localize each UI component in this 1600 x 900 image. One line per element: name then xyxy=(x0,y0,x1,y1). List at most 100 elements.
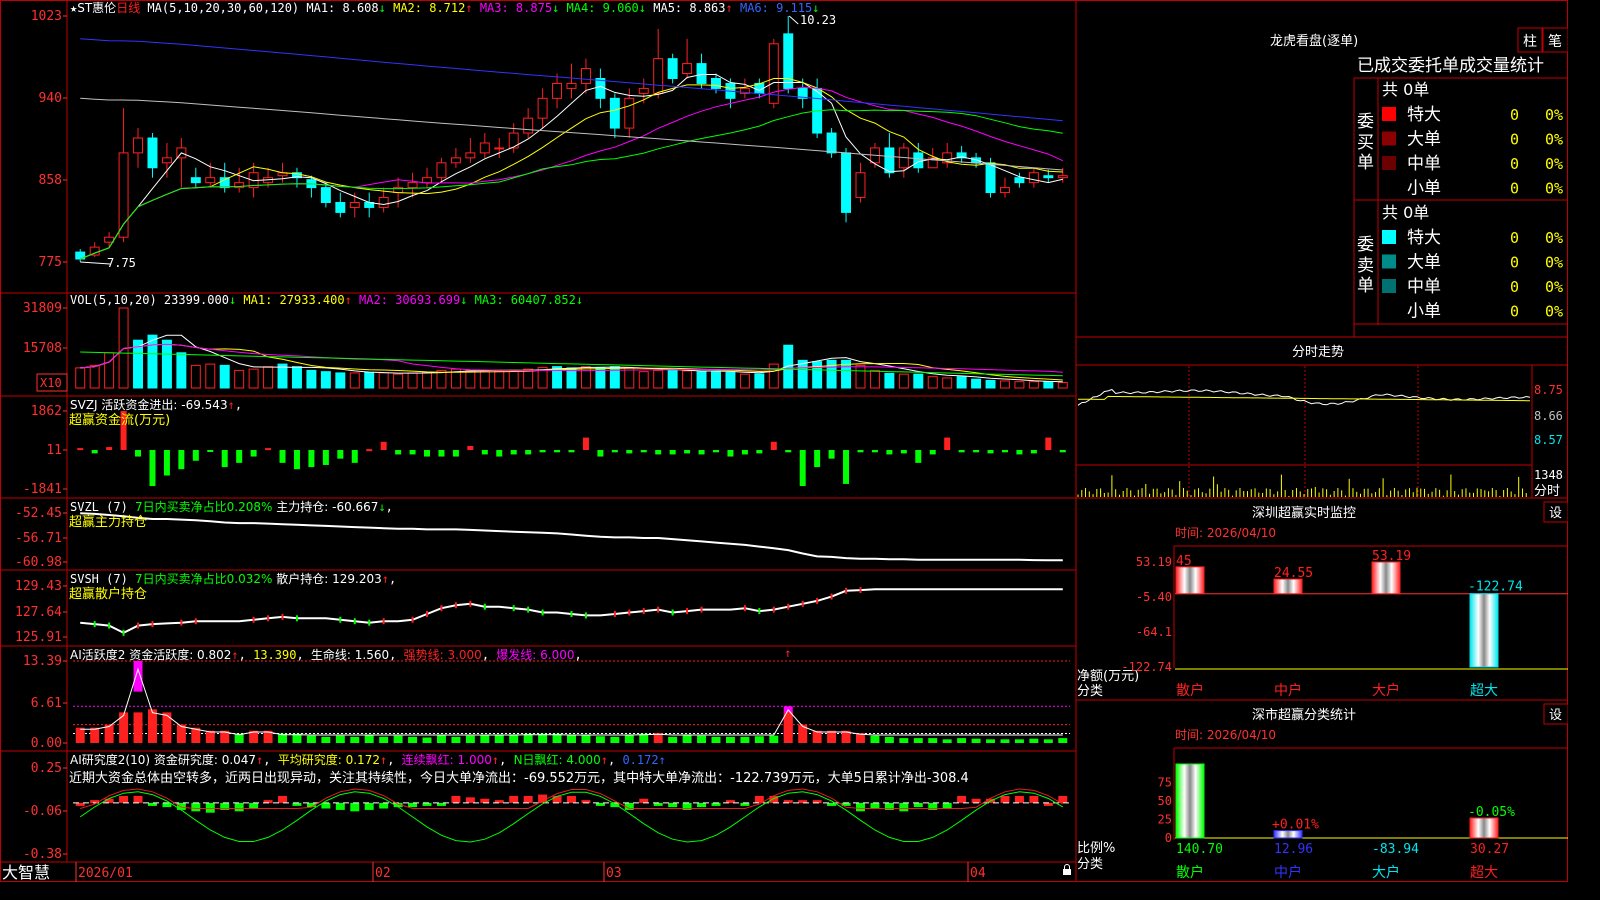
fund-flow-bar xyxy=(149,449,156,487)
y-tick-label: 11 xyxy=(46,443,62,458)
x-tick-label: 03 xyxy=(606,866,622,881)
activity-bar xyxy=(1058,738,1068,743)
bar-mode-button[interactable]: 柱 xyxy=(1517,27,1543,53)
sz-class-panel: 深市超赢分类统计 设 时间: 2026/04/10 75 50 25 0 140.70 散… xyxy=(1077,703,1568,881)
volume-bar xyxy=(523,368,534,389)
volume-bar xyxy=(494,370,505,389)
net-amount-bar xyxy=(1273,578,1303,595)
brand-logo: 大智慧 xyxy=(2,863,50,882)
low-price-label: 7.75 xyxy=(107,256,136,270)
fund-flow-bar xyxy=(597,449,604,457)
fund-flow-bar xyxy=(973,449,980,453)
dragon-tabs[interactable]: 已成交委托单成交量统计 xyxy=(1357,56,1544,76)
volume-bar xyxy=(999,380,1010,389)
volume-bar xyxy=(508,369,519,389)
ai-active-panel[interactable]: ↑ 13.39 6.61 0.00 AI活跃度2 资金活跃度: 0.802↑, 13… xyxy=(23,646,1070,751)
fund-flow-bar xyxy=(568,449,575,453)
volume-panel[interactable]: 31809 15708 VOL(5,10,20) 23399.000↓ MA1: … xyxy=(23,293,1068,392)
volume-bar xyxy=(1014,381,1025,389)
volume-bar xyxy=(190,364,201,389)
order-type: 大单 xyxy=(1407,130,1441,150)
category-label: 超大 xyxy=(1470,865,1498,881)
research-bar xyxy=(523,795,533,803)
candle-body xyxy=(913,152,924,169)
sz-class-marks: 75 50 25 0 140.70 散户 +0.01% 12.96 中户 -83.94 大户 -0.0… xyxy=(1158,763,1568,881)
sz-monitor-settings-button[interactable]: 设 xyxy=(1543,501,1568,523)
sz-monitor-y-tick: -5.40 xyxy=(1136,590,1172,604)
activity-bar xyxy=(451,736,461,743)
svsh-panel[interactable]: 129.43 127.64 125.91 SVSH (7) 7日内买卖净占比0.03… xyxy=(15,571,1063,645)
fund-flow-bar xyxy=(77,448,84,451)
volume-bar xyxy=(89,364,100,389)
fund-flow-bar xyxy=(770,441,777,450)
class-ratio-label: +0.01% xyxy=(1272,818,1319,833)
activity-bar xyxy=(884,736,894,743)
intraday-tick-low: 8.57 xyxy=(1534,433,1563,447)
fund-flow-bar xyxy=(525,449,532,455)
fund-flow-bar xyxy=(207,449,214,452)
fund-flow-bar xyxy=(554,449,561,453)
ai-research-header: AI研究度2(10) 资金研究度: 0.047↑, 平均研究度: 0.172↑,… xyxy=(70,752,666,767)
candle-body xyxy=(638,87,649,94)
fund-flow-bar xyxy=(640,449,647,453)
research-bar xyxy=(1029,795,1039,803)
lock-icon[interactable] xyxy=(1063,864,1071,875)
svsh-y-axis: 129.43 127.64 125.91 xyxy=(15,579,67,645)
intraday-marks xyxy=(1076,366,1532,498)
candle-body xyxy=(609,97,620,129)
ai-research-panel[interactable]: 0.25 -0.06 -0.38 AI研究度2(10) 资金研究度: 0.047↑,… xyxy=(23,752,1070,862)
candle-body xyxy=(711,77,721,89)
category-label: 大户 xyxy=(1372,682,1400,699)
svzj-marks xyxy=(77,411,1066,487)
research-bar xyxy=(191,802,201,812)
volume-bar xyxy=(768,363,779,389)
order-count: 0 xyxy=(1510,106,1519,124)
fund-flow-bar xyxy=(655,449,662,455)
activity-bar xyxy=(986,739,996,743)
fund-flow-bar xyxy=(857,449,864,453)
order-pct: 0% xyxy=(1545,131,1563,149)
app-window: 1023 940 858 775 ★ST惠伦日线 MA(5,10,20,30,60,1… xyxy=(0,0,1568,882)
y-tick-label: -0.38 xyxy=(23,847,62,862)
volume-bar xyxy=(653,369,664,389)
volume-bar xyxy=(682,370,693,389)
fund-flow-bar xyxy=(250,449,257,457)
activity-bar xyxy=(1029,738,1039,743)
volume-bar xyxy=(306,369,317,389)
order-pct: 0% xyxy=(1545,106,1563,124)
kline-panel[interactable]: 1023 940 858 775 ★ST惠伦日线 MA(5,10,20,30,60,1… xyxy=(31,0,1068,270)
activity-bar xyxy=(379,736,389,743)
buy-label-char: 买 xyxy=(1357,133,1374,153)
candle-body xyxy=(826,132,837,154)
order-pct: 0% xyxy=(1545,254,1563,272)
candle-body xyxy=(566,82,577,89)
volume-bar xyxy=(884,372,895,389)
intraday-price-line xyxy=(1077,388,1531,406)
y-tick-label: 940 xyxy=(39,91,62,106)
svzj-panel[interactable]: 1862 11 -1841 SVZJ 活跃资金进出: -69.543↑, 超赢资金流… xyxy=(23,397,1066,497)
fund-flow-bar xyxy=(221,449,228,468)
activity-bar xyxy=(321,736,331,743)
candle-body xyxy=(190,177,201,184)
class-value-label: 30.27 xyxy=(1470,842,1509,857)
svzl-panel[interactable]: -52.45 -56.71 -60.98 SVZL (7) 7日内买卖净占比0.20… xyxy=(15,499,1063,570)
research-bar xyxy=(335,802,345,810)
research-bar xyxy=(364,802,374,810)
candle-body xyxy=(1014,177,1025,184)
settings-label: 设 xyxy=(1549,708,1562,723)
research-bar xyxy=(176,802,186,810)
research-bar xyxy=(509,795,519,803)
intraday-panel[interactable]: 分时走势 8.75 8.66 8.57 1348 分时 xyxy=(1076,344,1563,499)
fund-flow-bar xyxy=(712,449,719,453)
volume-bar xyxy=(479,370,490,389)
sz-class-settings-button[interactable]: 设 xyxy=(1543,703,1568,725)
y-tick-label: 6.61 xyxy=(31,696,62,711)
class-value-label: -83.94 xyxy=(1372,842,1419,857)
volume-bar xyxy=(754,373,765,389)
main-holding-line xyxy=(80,512,1063,562)
pen-mode-button[interactable]: 笔 xyxy=(1542,27,1568,53)
bar-mode-label: 柱 xyxy=(1523,34,1537,50)
candle-body xyxy=(378,197,389,208)
fund-flow-bar xyxy=(135,449,142,457)
y-tick-label: 13.39 xyxy=(23,654,62,669)
